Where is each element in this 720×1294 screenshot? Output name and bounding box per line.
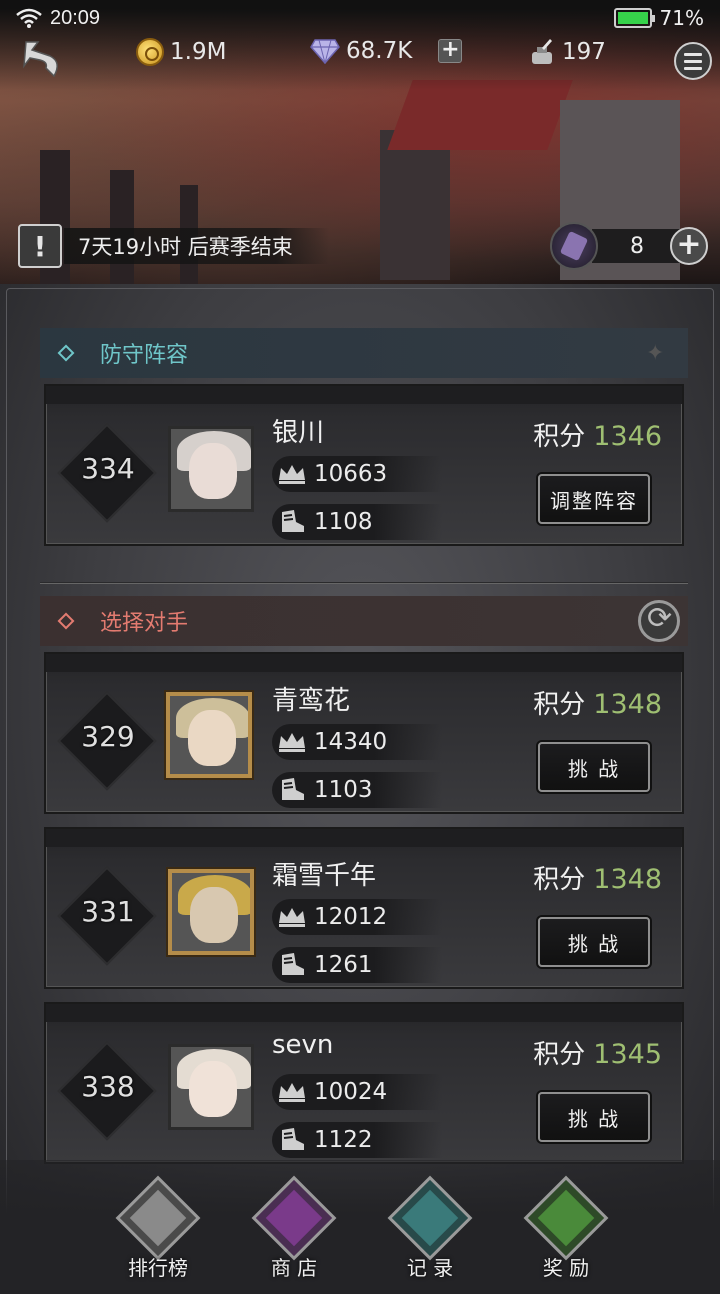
exclamation-icon: ! <box>18 224 62 268</box>
score-label: 积分 <box>533 690 586 720</box>
nav-shop[interactable]: 商 店 <box>246 1175 342 1286</box>
challenge-button[interactable]: 挑 战 <box>538 1092 650 1142</box>
season-timer: ! 7天19小时 后赛季结束 <box>18 224 329 268</box>
power-stat: 14340 <box>272 724 442 760</box>
ink-bottle-icon <box>532 39 552 64</box>
score: 积分 1346 <box>533 416 662 453</box>
score-value: 1346 <box>593 421 662 452</box>
defense-card: 334 银川 10663 1108 积分 1346 调整阵容 <box>44 384 684 546</box>
level-stat: 1122 <box>272 1122 442 1158</box>
player-name: 霜雪千年 <box>272 861 377 891</box>
score: 积分 1348 <box>533 859 662 896</box>
score-value: 1345 <box>593 1039 662 1070</box>
boot-icon <box>282 1128 304 1150</box>
score-value: 1348 <box>593 689 662 720</box>
gem-amount: 68.7K <box>346 38 413 64</box>
ink-counter: 197 <box>528 38 606 66</box>
diamond-icon <box>310 39 340 64</box>
rank-number: 331 <box>81 895 135 928</box>
crown-icon <box>279 1083 305 1102</box>
avatar[interactable] <box>168 426 254 512</box>
rank-number: 334 <box>81 452 135 485</box>
level-value: 1108 <box>314 509 373 535</box>
score-label: 积分 <box>533 422 586 452</box>
nav-records[interactable]: 记 录 <box>382 1175 478 1286</box>
crown-icon <box>279 908 305 927</box>
level-value: 1261 <box>314 952 373 978</box>
opponents-section-title: 选择对手 <box>100 611 189 636</box>
refresh-button[interactable] <box>638 600 680 642</box>
power-stat: 12012 <box>272 899 442 935</box>
boot-icon <box>282 778 304 800</box>
diamond-bullet-icon <box>57 344 75 362</box>
nav-label: 奖 励 <box>542 1256 590 1280</box>
nav-label: 排行榜 <box>128 1256 188 1280</box>
power-stat: 10024 <box>272 1074 442 1110</box>
avatar[interactable] <box>166 692 252 778</box>
nav-label: 记 录 <box>406 1256 454 1280</box>
star-deco-icon: ✦ <box>646 341 665 366</box>
level-value: 1122 <box>314 1127 373 1153</box>
level-value: 1103 <box>314 777 373 803</box>
add-tickets-button[interactable]: + <box>670 227 708 265</box>
level-stat: 1108 <box>272 504 442 540</box>
menu-button[interactable] <box>674 42 712 80</box>
gold-counter: 1.9M <box>136 38 226 66</box>
crown-icon <box>279 465 305 484</box>
rank-number: 338 <box>81 1070 135 1103</box>
challenge-button[interactable]: 挑 战 <box>538 742 650 792</box>
currency-bar: 1.9M 68.7K + 197 <box>0 30 720 80</box>
section-divider <box>40 582 688 584</box>
opponent-card: 331 霜雪千年 12012 1261 积分 1348 挑 战 <box>44 827 684 989</box>
challenge-button[interactable]: 挑 战 <box>538 917 650 967</box>
score-label: 积分 <box>533 1040 586 1070</box>
level-stat: 1103 <box>272 772 442 808</box>
power-stat: 10663 <box>272 456 442 492</box>
boot-icon <box>282 953 304 975</box>
avatar[interactable] <box>168 869 254 955</box>
boot-icon <box>282 510 304 532</box>
score-value: 1348 <box>593 864 662 895</box>
gold-amount: 1.9M <box>170 39 227 65</box>
score: 积分 1348 <box>533 684 662 721</box>
level-stat: 1261 <box>272 947 442 983</box>
wifi-icon <box>16 8 42 28</box>
season-end-text: 7天19小时 后赛季结束 <box>64 228 329 264</box>
clock: 20:09 <box>50 6 101 29</box>
nav-leaderboard[interactable]: 排行榜 <box>110 1175 206 1286</box>
ink-amount: 197 <box>562 39 606 65</box>
bottom-nav: 排行榜 商 店 记 录 奖 励 <box>0 1160 720 1294</box>
power-value: 14340 <box>314 729 388 755</box>
score: 积分 1345 <box>533 1034 662 1071</box>
defense-section-title: 防守阵容 <box>100 343 189 368</box>
crown-icon <box>279 733 305 752</box>
opponents-section-header: 选择对手 <box>40 596 688 646</box>
battery-level: 71% <box>659 6 704 30</box>
diamond-bullet-icon <box>57 612 75 630</box>
defense-section-header: 防守阵容 ✦ <box>40 328 688 378</box>
power-value: 12012 <box>314 904 388 930</box>
power-value: 10663 <box>314 461 388 487</box>
nav-rewards[interactable]: 奖 励 <box>518 1175 614 1286</box>
power-value: 10024 <box>314 1079 388 1105</box>
add-gems-button[interactable]: + <box>438 39 463 63</box>
battery-icon <box>613 8 655 28</box>
challenge-tickets: 8 + <box>550 222 708 270</box>
opponent-card: 329 青鸾花 14340 1103 积分 1348 挑 战 <box>44 652 684 814</box>
score-label: 积分 <box>533 865 586 895</box>
avatar[interactable] <box>168 1044 254 1130</box>
nav-label: 商 店 <box>270 1256 318 1280</box>
coin-icon <box>136 38 164 66</box>
ticket-scroll-icon <box>550 222 598 270</box>
rank-number: 329 <box>81 720 135 753</box>
adjust-lineup-button[interactable]: 调整阵容 <box>538 474 650 524</box>
gem-counter: 68.7K + <box>310 38 463 64</box>
player-name: 银川 <box>272 418 325 448</box>
player-name: 青鸾花 <box>272 686 351 716</box>
opponent-card: 338 sevn 10024 1122 积分 1345 挑 战 <box>44 1002 684 1164</box>
ticket-count: 8 <box>592 229 682 263</box>
back-arrow-icon[interactable] <box>18 36 66 82</box>
player-name: sevn <box>272 1030 334 1060</box>
